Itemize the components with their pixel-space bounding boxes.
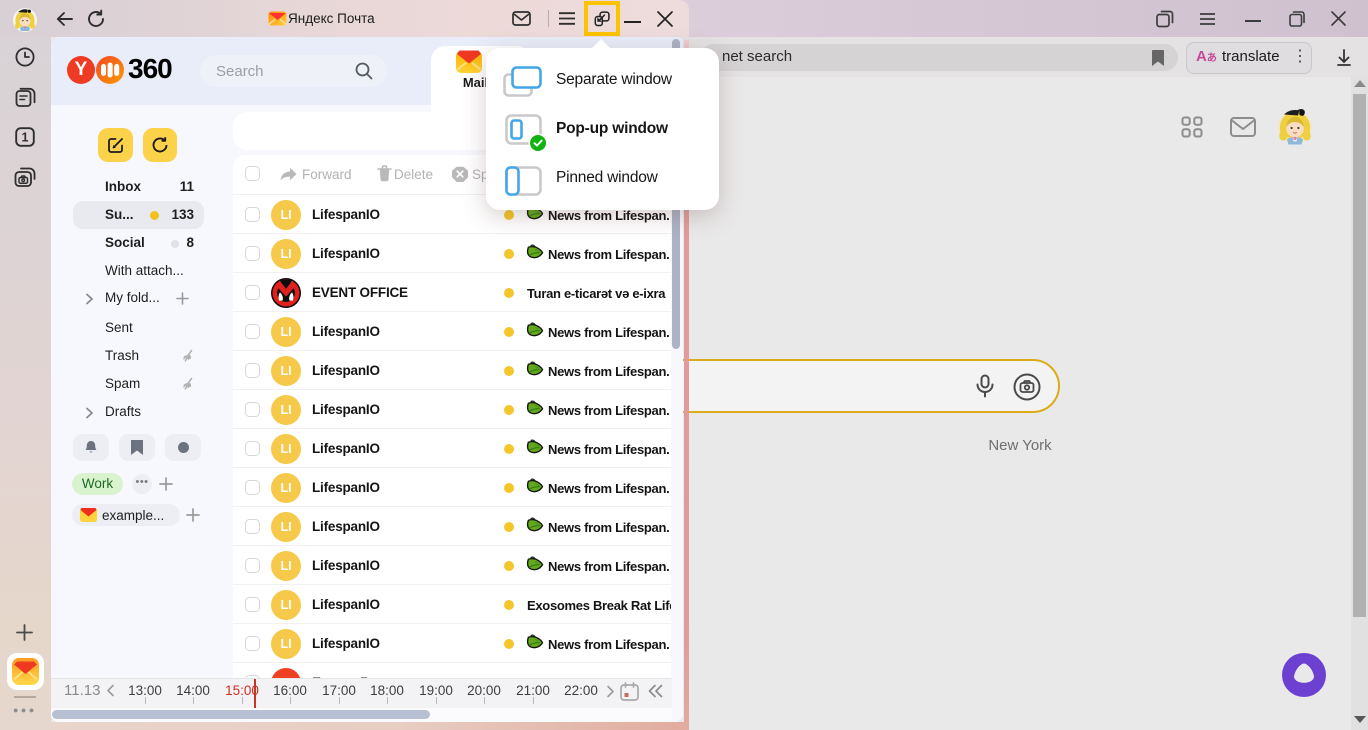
svg-text:1: 1	[22, 131, 29, 145]
